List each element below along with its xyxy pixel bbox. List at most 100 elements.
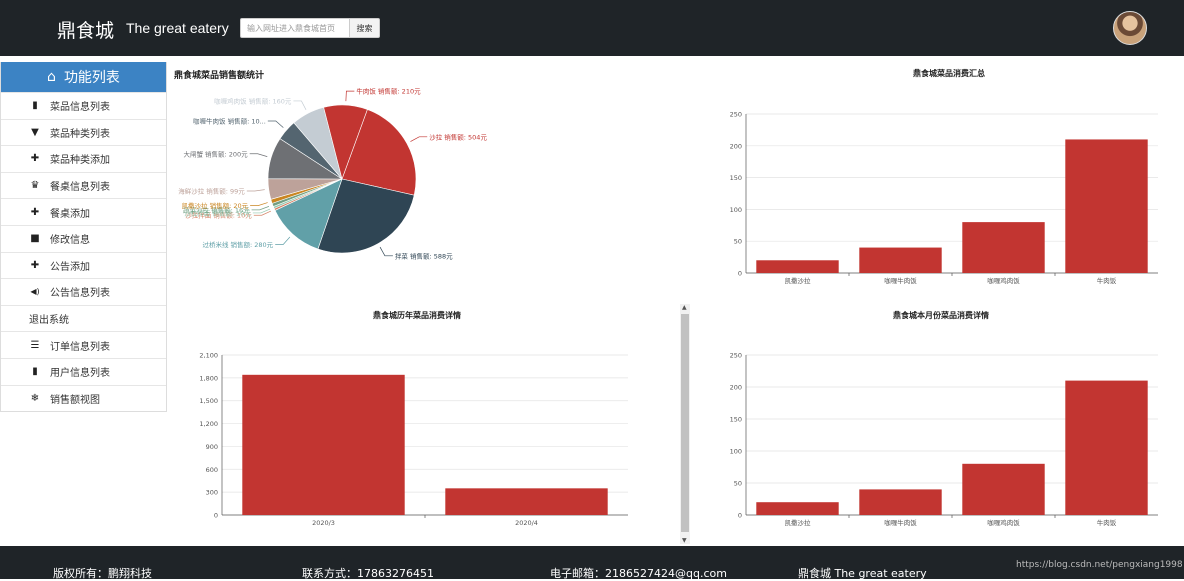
book-icon: ▮ (32, 100, 38, 112)
pie-chart: 沙拉 销售额: 504元拌菜 销售额: 588元过桥米线 销售额: 280元沙拉… (178, 87, 487, 261)
bar (1065, 139, 1148, 273)
x-tick-label: 凯撒沙拉 (785, 276, 812, 285)
search-input[interactable] (240, 18, 350, 38)
bar-chart-2-title: 鼎食城历年菜品消费详情 (373, 311, 461, 320)
pie-label: 咖喱鸡肉饭 销售额: 160元 (214, 96, 292, 105)
sidebar-item-label: 菜品种类添加 (50, 155, 110, 167)
bar (242, 374, 405, 515)
pie-leader-line (250, 202, 268, 206)
bar-chart-3: 0 50 100 150 200 250 凯撒沙拉 咖喱牛肉饭 咖喱鸡肉饭 牛肉饭 (730, 352, 1158, 527)
sidebar-item-order-list[interactable]: ☰ 订单信息列表 (1, 331, 166, 358)
bar (756, 502, 839, 515)
sidebar-item-category-list[interactable]: ▼ 菜品种类列表 (1, 118, 166, 146)
y-tick-label: 0 (738, 512, 742, 520)
pie-leader-line (275, 236, 291, 245)
pie-label: 海鲜沙拉 销售额: 99元 (178, 187, 245, 196)
y-tick-label: 0 (738, 270, 742, 278)
y-tick-label: 900 (206, 443, 218, 451)
brand-name[interactable]: 鼎食城 (57, 16, 114, 43)
y-tick-label: 100 (730, 206, 742, 214)
sidebar-item-label: 退出系统 (29, 315, 69, 327)
pie-label: 牛肉饭 销售额: 210元 (356, 87, 421, 96)
pie-label: 咖喱牛肉饭 销售额: 10... (193, 116, 266, 125)
avatar[interactable] (1113, 11, 1147, 45)
pie-label: 沙拉 销售额: 504元 (429, 132, 487, 141)
crown-icon: ♛ (30, 180, 40, 192)
pie-leader-line (246, 189, 265, 192)
pie-leader-line (267, 120, 284, 128)
sidebar-item-edit-info[interactable]: ■ 修改信息 (1, 224, 166, 252)
bar (962, 463, 1045, 515)
sidebar-header[interactable]: ⌂ 功能列表 (1, 62, 166, 92)
sidebar-item-label: 菜品种类列表 (50, 128, 110, 140)
watermark: https://blog.csdn.net/pengxiang1998 (1016, 560, 1183, 570)
sidebar-item-table-list[interactable]: ♛ 餐桌信息列表 (1, 171, 166, 199)
pie-leader-line (249, 153, 268, 157)
y-tick-label: 2,100 (199, 352, 218, 360)
sidebar-item-table-add[interactable]: ✚ 餐桌添加 (1, 198, 166, 225)
bar (1065, 380, 1148, 515)
scrollbar-thumb[interactable] (681, 314, 689, 532)
x-tick-label: 牛肉饭 (1097, 518, 1117, 527)
plus-icon: ✚ (30, 206, 40, 218)
scroll-up-icon[interactable]: ▲ (682, 304, 687, 311)
x-tick-label: 咖喱鸡肉饭 (987, 518, 1020, 527)
sidebar-item-label: 用户信息列表 (50, 368, 110, 380)
y-tick-label: 300 (206, 489, 218, 497)
fire-icon: ❄ (30, 392, 40, 404)
pie-chart-title: 鼎食城菜品销售额统计 (174, 71, 265, 81)
pie-label: 凯撒沙拉 销售额: 20元 (182, 201, 249, 210)
y-tick-label: 100 (730, 448, 742, 456)
sidebar-item-label: 餐桌信息列表 (50, 182, 110, 194)
pie-label: 大闸蟹 销售额: 200元 (183, 149, 248, 158)
bar-chart-3-title: 鼎食城本月份菜品消费详情 (893, 311, 989, 320)
sidebar-item-user-list[interactable]: ▮ 用户信息列表 (1, 357, 166, 385)
sidebar-item-label: 公告信息列表 (50, 288, 110, 300)
y-tick-label: 200 (730, 384, 742, 392)
sidebar-item-logout[interactable]: 退出系统 (1, 304, 166, 332)
briefcase-icon: ■ (30, 233, 40, 245)
volume-icon: ◀) (30, 287, 40, 297)
vertical-scrollbar[interactable]: ▲ ▼ (680, 304, 690, 544)
plus-icon: ✚ (30, 153, 40, 165)
y-tick-label: 150 (730, 174, 742, 182)
pie-label: 过桥米线 销售额: 280元 (202, 240, 273, 249)
scroll-down-icon[interactable]: ▼ (682, 537, 687, 544)
plus-icon: ✚ (30, 259, 40, 271)
sidebar: ⌂ 功能列表 ▮ 菜品信息列表 ▼ 菜品种类列表 ✚ 菜品种类添加 ♛ 餐桌信息… (0, 62, 167, 413)
y-tick-label: 0 (214, 512, 218, 520)
y-tick-label: 250 (730, 352, 742, 360)
search-button[interactable]: 搜索 (349, 18, 380, 38)
footer: 版权所有：鹏翔科技 联系方式：17863276451 电子邮箱：21865274… (0, 546, 1184, 580)
y-tick-label: 1,200 (199, 420, 218, 428)
sidebar-item-label: 公告添加 (50, 261, 90, 273)
x-tick-label: 2020/4 (515, 519, 538, 527)
sidebar-item-label: 销售额视图 (50, 394, 100, 406)
pie-leader-line (345, 90, 355, 102)
y-tick-label: 150 (730, 416, 742, 424)
pie-leader-line (293, 100, 307, 110)
pie-leader-line (251, 206, 270, 211)
y-tick-label: 50 (734, 480, 742, 488)
y-tick-label: 1,500 (199, 397, 218, 405)
x-tick-label: 咖喱牛肉饭 (884, 518, 917, 527)
bar (756, 260, 839, 273)
brand-english: The great eatery (126, 20, 229, 36)
sidebar-item-notice-list[interactable]: ◀) 公告信息列表 (1, 278, 166, 305)
sidebar-item-dish-list[interactable]: ▮ 菜品信息列表 (1, 92, 166, 119)
bar (445, 488, 608, 515)
y-tick-label: 200 (730, 142, 742, 150)
bar-chart-1-title: 鼎食城菜品消费汇总 (913, 69, 985, 78)
top-navbar: 鼎食城 The great eatery 搜索 (0, 0, 1184, 56)
list-icon: ☰ (30, 339, 40, 351)
pie-label: 拌菜 销售额: 588元 (395, 251, 453, 260)
sidebar-item-category-add[interactable]: ✚ 菜品种类添加 (1, 145, 166, 172)
sidebar-item-sales-view[interactable]: ❄ 销售额视图 (1, 384, 166, 412)
filter-icon: ▼ (31, 126, 39, 138)
sidebar-item-label: 菜品信息列表 (50, 102, 110, 114)
sidebar-item-notice-add[interactable]: ✚ 公告添加 (1, 251, 166, 279)
y-tick-label: 1,800 (199, 374, 218, 382)
sidebar-item-label: 修改信息 (50, 235, 90, 247)
sidebar-item-label: 订单信息列表 (50, 341, 110, 353)
bar (962, 222, 1045, 273)
